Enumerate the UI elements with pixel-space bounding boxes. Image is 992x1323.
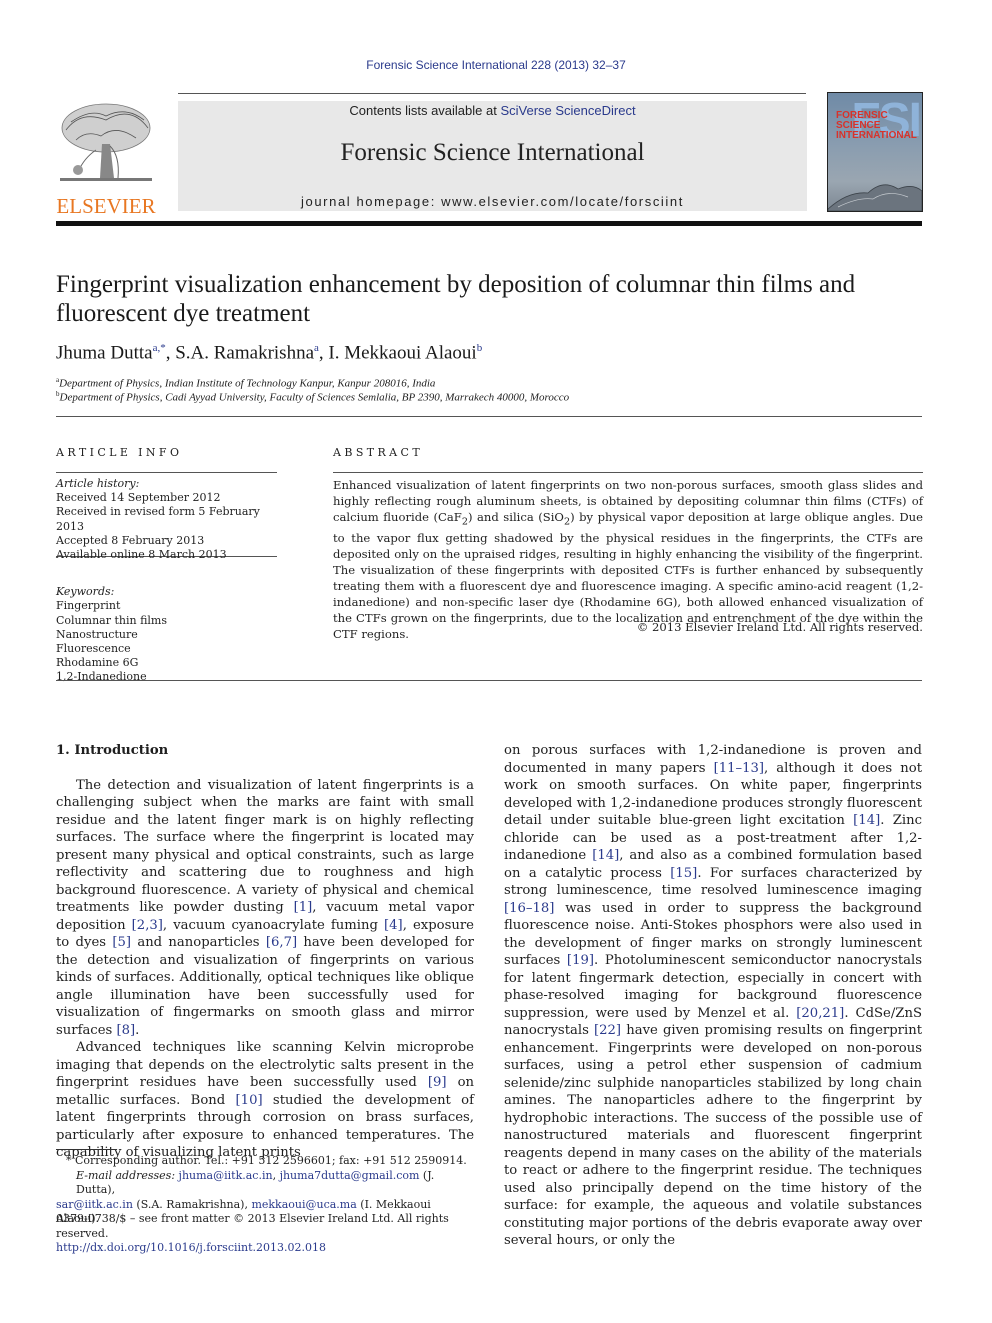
email-label: E-mail addresses: [76, 1168, 176, 1182]
citation-link[interactable]: [1] [294, 900, 313, 915]
paragraph: on porous surfaces with 1,2-indanedione … [504, 742, 922, 1250]
paragraph: Advanced techniques like scanning Kelvin… [56, 1039, 474, 1162]
citation-link[interactable]: [6,7] [266, 935, 297, 950]
affiliation-text: Department of Physics, Cadi Ayyad Univer… [59, 391, 570, 404]
citation-link[interactable]: [22] [594, 1023, 621, 1038]
affiliation: bDepartment of Physics, Cadi Ayyad Unive… [56, 390, 569, 404]
keyword-item: 1,2-Indanedione [56, 670, 147, 684]
text-segment: have given promising results on fingerpr… [504, 1023, 922, 1248]
journal-homepage-link[interactable]: journal homepage: www.elsevier.com/locat… [178, 194, 807, 209]
text-segment: . [135, 1022, 140, 1038]
affiliation: aDepartment of Physics, Indian Institute… [56, 376, 435, 390]
top-divider [178, 93, 806, 94]
abstract-text: Enhanced visualization of latent fingerp… [333, 477, 923, 642]
text-segment: Advanced techniques like scanning Kelvin… [56, 1040, 474, 1090]
keyword-item: Rhodamine 6G [56, 656, 139, 670]
history-item: Received 14 September 2012 [56, 491, 221, 505]
journal-header-box: Contents lists available at SciVerse Sci… [178, 101, 807, 211]
text-segment: The detection and visualization of laten… [56, 777, 474, 916]
body-column-left: 1. Introduction The detection and visual… [56, 742, 474, 1162]
citation-link[interactable]: [2,3] [132, 918, 163, 933]
affiliation-divider [56, 416, 922, 417]
history-item: Received in revised form 5 February 2013 [56, 505, 260, 533]
front-matter: 0379-0738/$ – see front matter © 2013 El… [56, 1212, 486, 1256]
email-link[interactable]: jhuma@iitk.ac.in [179, 1169, 273, 1182]
citation-link[interactable]: [19] [567, 953, 594, 968]
author-list: Jhuma Duttaa,*, S.A. Ramakrishnaa, I. Me… [56, 342, 483, 364]
keyword-item: Fluorescence [56, 642, 131, 656]
citation-link[interactable]: [20,21] [796, 1006, 844, 1021]
keyword-item: Columnar thin films [56, 613, 168, 627]
journal-cover-image: FSI FORENSIC SCIENCE INTERNATIONAL [827, 92, 923, 212]
keyword-item: Fingerprint [56, 599, 121, 613]
body-column-right: on porous surfaces with 1,2-indanedione … [504, 742, 922, 1250]
article-title: Fingerprint visualization enhancement by… [56, 271, 856, 327]
elsevier-tree-icon [60, 103, 152, 181]
journal-title: Forensic Science International [340, 139, 645, 166]
citation-link[interactable]: [14] [853, 813, 880, 828]
abstract-segment: ) and silica (SiO [467, 510, 564, 524]
keywords-label: Keywords: [56, 585, 115, 599]
author-name[interactable]: I. Mekkaoui Alaoui [328, 342, 476, 363]
article-info-divider [56, 472, 277, 473]
email-link[interactable]: mekkaoui@uca.ma [251, 1198, 356, 1211]
email-link[interactable]: sar@iitk.ac.in [56, 1198, 133, 1211]
citation-link[interactable]: [14] [592, 848, 619, 863]
affiliation-text: Department of Physics, Indian Institute … [59, 377, 436, 390]
email-link[interactable]: jhuma7dutta@gmail.com [280, 1169, 420, 1182]
author-name[interactable]: Jhuma Dutta [56, 342, 153, 363]
journal-reference[interactable]: Forensic Science International 228 (2013… [0, 58, 992, 72]
header-thick-divider [56, 221, 922, 226]
author-affiliation-mark[interactable]: a,* [153, 342, 166, 354]
elsevier-wordmark: ELSEVIER [56, 194, 156, 218]
cover-artwork [828, 184, 922, 211]
text-segment: , vacuum cyanoacrylate fuming [162, 917, 385, 933]
citation-link[interactable]: [5] [112, 935, 131, 950]
article-info-panel: Article history: Received 14 September 2… [56, 477, 277, 685]
author-affiliation-mark[interactable]: a [314, 342, 319, 354]
citation-link[interactable]: [9] [428, 1075, 447, 1090]
elsevier-logo: ELSEVIER [56, 100, 156, 218]
email-line: E-mail addresses: jhuma@iitk.ac.in, jhum… [76, 1168, 435, 1197]
history-item: Accepted 8 February 2013 [56, 533, 205, 547]
citation-link[interactable]: [16–18] [504, 901, 554, 916]
abstract-bottom-divider [56, 680, 922, 681]
abstract-divider [333, 472, 923, 473]
corresponding-author-note: * Corresponding author. Tel.: +91 512 25… [66, 1154, 467, 1167]
email-owner: (S.A. Ramakrishna), [132, 1197, 252, 1211]
citation-link[interactable]: [10] [236, 1093, 263, 1108]
history-item: Available online 8 March 2013 [56, 548, 227, 562]
keyword-item: Nanostructure [56, 627, 138, 641]
article-info-heading: ARTICLE INFO [56, 446, 183, 459]
citation-link[interactable]: [11–13] [714, 761, 764, 776]
abstract-copyright: © 2013 Elsevier Ireland Ltd. All rights … [636, 620, 923, 634]
contents-prefix: Contents lists available at [349, 103, 501, 118]
contents-line: Contents lists available at SciVerse Sci… [178, 103, 807, 118]
author-affiliation-mark[interactable]: b [477, 342, 483, 354]
citation-link[interactable]: [15] [670, 866, 697, 881]
abstract-heading: ABSTRACT [333, 446, 424, 459]
cover-title-line: INTERNATIONAL [836, 130, 917, 141]
article-history-label: Article history: [56, 477, 140, 490]
text-segment: and nanoparticles [131, 935, 266, 950]
cover-title: FORENSIC SCIENCE INTERNATIONAL [836, 111, 917, 141]
citation-link[interactable]: [8] [116, 1023, 135, 1038]
section-heading-introduction: 1. Introduction [56, 743, 169, 758]
author-name[interactable]: S.A. Ramakrishna [175, 342, 314, 363]
doi-link[interactable]: http://dx.doi.org/10.1016/j.forsciint.20… [56, 1241, 486, 1256]
citation-link[interactable]: [4] [384, 918, 403, 933]
paragraph: The detection and visualization of laten… [56, 777, 474, 1040]
footnote-divider [56, 1149, 117, 1150]
issn-line: 0379-0738/$ – see front matter © 2013 El… [56, 1212, 449, 1240]
sciencedirect-link[interactable]: SciVerse ScienceDirect [500, 103, 635, 118]
